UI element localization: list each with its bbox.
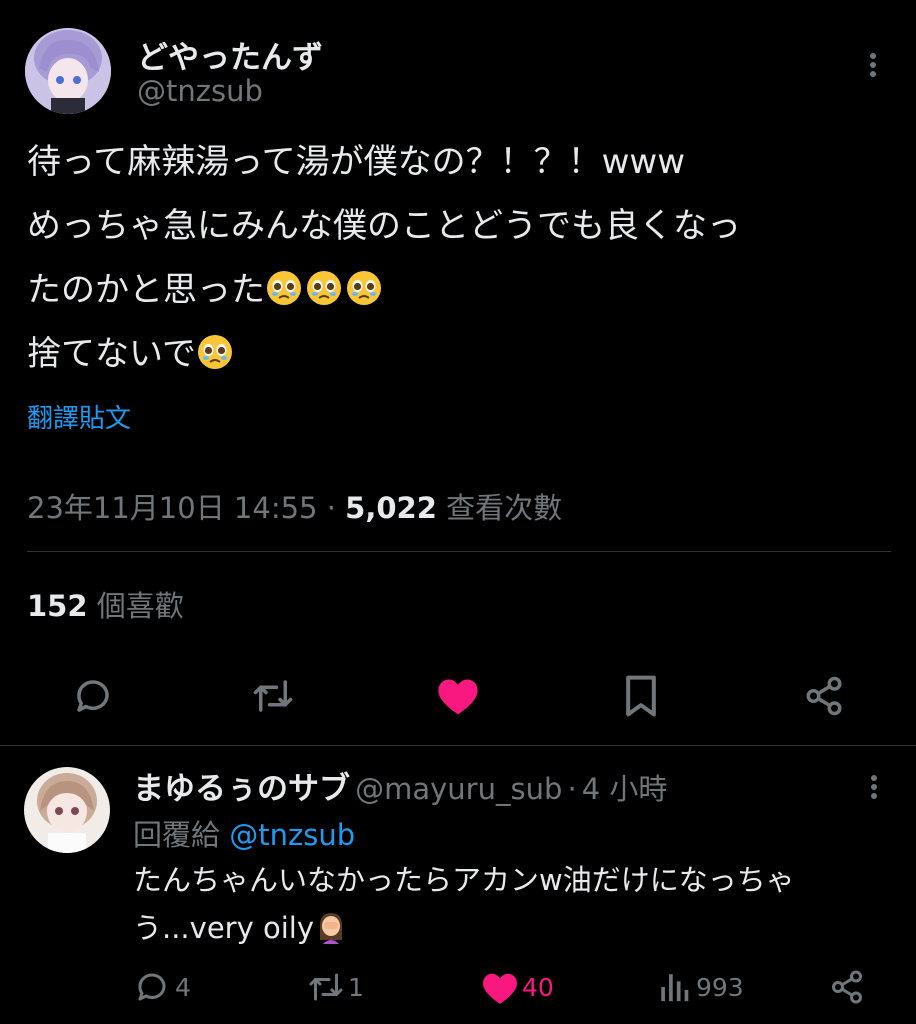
reply-author-handle[interactable]: @mayuru_sub (355, 772, 562, 806)
pleading-face-emoji-icon (345, 264, 383, 305)
likes-label: 個喜歡 (96, 589, 184, 623)
likes-count: 152 (27, 589, 88, 623)
reply-more-options-icon[interactable] (871, 772, 877, 802)
author-name[interactable]: どやったんず (137, 32, 323, 77)
tweet-line: たのかと思った (27, 258, 741, 322)
tweet-line: 捨てないで (27, 322, 741, 386)
replying-to-handle[interactable]: @tnzsub (229, 818, 355, 852)
author-avatar[interactable] (25, 28, 111, 114)
pleading-face-emoji-icon (196, 328, 234, 369)
translate-post-link[interactable]: 翻譯貼文 (27, 398, 131, 435)
reply-line: たんちゃんいなかったらアカンw油だけになっちゃ (133, 863, 795, 897)
reply-author-name[interactable]: まゆるぅのサブ (133, 771, 350, 807)
reply-views-icon[interactable] (657, 970, 691, 1004)
replying-to-label: 回覆給 (133, 818, 221, 852)
reply-reply-count: 4 (175, 973, 191, 1002)
reply-time[interactable]: 4 小時 (582, 772, 668, 806)
pleading-face-emoji-icon (265, 264, 303, 305)
views-count: 5,022 (345, 491, 437, 525)
share-icon[interactable] (803, 674, 845, 718)
author-handle[interactable]: @tnzsub (137, 74, 263, 108)
tweet-meta: 23年11月10日 14:55 · 5,022 查看次數 (27, 485, 562, 527)
pleading-face-emoji-icon (305, 264, 343, 305)
replying-to: 回覆給 @tnzsub (133, 812, 355, 854)
tweet-timestamp[interactable]: 23年11月10日 14:55 (27, 491, 318, 525)
facepalm-emoji-icon (314, 910, 348, 944)
reply-author-avatar[interactable] (24, 767, 110, 853)
tweet-line: めっちゃ急にみんな僕のことどうでも良くなっ (27, 206, 741, 246)
bookmark-icon[interactable] (622, 674, 660, 718)
divider (0, 745, 916, 746)
divider (27, 551, 891, 552)
views-label: 查看次數 (446, 491, 563, 525)
reply-separator: · (567, 772, 577, 806)
reply-retweet-count: 1 (348, 973, 364, 1002)
more-options-icon[interactable] (870, 50, 876, 80)
reply-view-count: 993 (696, 973, 744, 1002)
reply-like-icon[interactable] (481, 970, 519, 1006)
like-icon[interactable] (436, 675, 480, 717)
reply-reply-icon[interactable] (134, 969, 170, 1005)
likes-summary[interactable]: 152 個喜歡 (27, 583, 184, 625)
tweet-body: 待って麻辣湯って湯が僕なの？！？！www めっちゃ急にみんな僕のことどうでも良く… (27, 130, 741, 386)
reply-like-count: 40 (522, 973, 554, 1002)
reply-body: たんちゃんいなかったらアカンw油だけになっちゃ う...very oily (133, 856, 795, 952)
reply-icon[interactable] (72, 675, 114, 717)
reply-retweet-icon[interactable] (306, 969, 346, 1005)
reply-line: う...very oily (133, 904, 795, 952)
tweet-line: 待って麻辣湯って湯が僕なの？！？！www (27, 142, 686, 182)
meta-separator: · (326, 491, 336, 525)
retweet-icon[interactable] (250, 675, 296, 717)
reply-share-icon[interactable] (829, 968, 865, 1006)
reply-header: まゆるぅのサブ @mayuru_sub · 4 小時 (133, 763, 667, 808)
